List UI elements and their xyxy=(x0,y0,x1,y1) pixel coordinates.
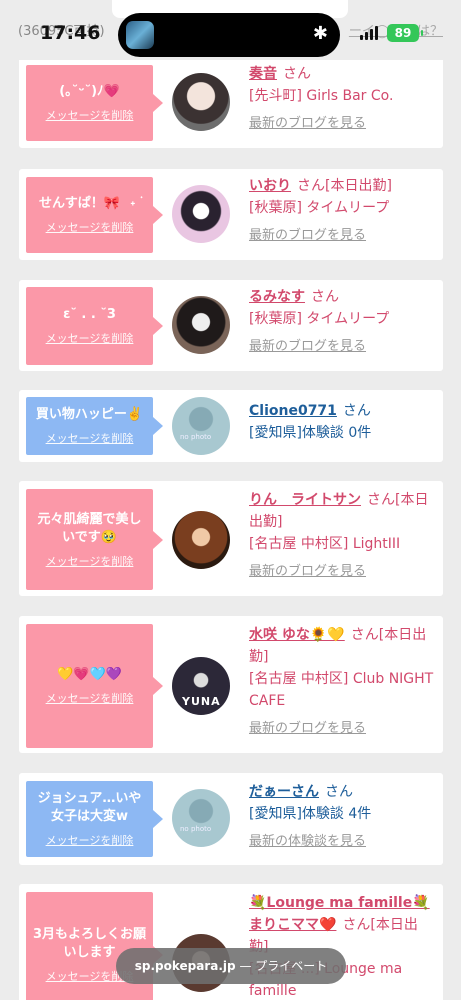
cast-name-link[interactable]: りん ライトサン xyxy=(249,492,361,508)
list-item: 💛💗🩵💜 メッセージを削除 YUNA 水咲 ゆな🌻💛 さん[本日出勤] [名古屋 … xyxy=(19,616,443,753)
review-count: [愛知県]体験談 4件 xyxy=(249,806,372,822)
avatar[interactable] xyxy=(172,73,230,131)
message-bubble: 元々肌綺麗で美しいです🥹 メッセージを削除 xyxy=(26,489,163,590)
delete-message-link[interactable]: メッセージを削除 xyxy=(46,330,134,346)
delete-message-link[interactable]: メッセージを削除 xyxy=(46,553,134,569)
blog-link[interactable]: 最新のブログを見る xyxy=(249,718,437,740)
message-bubble: 💛💗🩵💜 メッセージを削除 xyxy=(26,624,163,748)
message-text: 買い物ハッピー✌️ xyxy=(35,407,144,422)
blog-link[interactable]: 最新のブログを見る xyxy=(249,113,437,135)
reviews-link[interactable]: 最新の体験談を見る xyxy=(249,831,437,853)
blog-link[interactable]: 最新のブログを見る xyxy=(249,561,437,583)
url-mode: — プライベート xyxy=(239,959,328,973)
message-bubble: 買い物ハッピー✌️ メッセージを削除 xyxy=(26,397,163,455)
message-bubble: ジョシュア…いや女子は大変w メッセージを削除 xyxy=(26,781,163,857)
url-domain: sp.pokepara.jp xyxy=(134,959,236,973)
avatar[interactable]: YUNA xyxy=(172,657,230,715)
avatar-caption: YUNA xyxy=(182,695,221,708)
review-count: [愛知県]体験談 0件 xyxy=(249,425,372,441)
bluetooth-icon: ✱ xyxy=(312,23,328,44)
list-item: ジョシュア…いや女子は大変w メッセージを削除 no photo だぁーさん さん… xyxy=(19,773,443,865)
delete-message-link[interactable]: メッセージを削除 xyxy=(46,219,134,235)
cast-name-link[interactable]: るみなす xyxy=(249,289,305,305)
shop-name: [名古屋 中村区] Club NIGHT CAFE xyxy=(249,671,434,709)
battery-icon: 89 xyxy=(387,24,423,42)
message-text: 💛💗🩵💜 xyxy=(57,667,122,682)
avatar[interactable] xyxy=(172,296,230,354)
shop-name: [秋葉原] タイムリープ xyxy=(249,200,390,216)
cast-name-link[interactable]: 奏音 xyxy=(249,66,277,82)
honorific: さん xyxy=(283,66,311,82)
no-photo-label: no photo xyxy=(180,825,212,833)
message-text: ε˘ . . ˘3 xyxy=(63,307,116,322)
blog-link[interactable]: 最新のブログを見る xyxy=(249,225,437,247)
delete-message-link[interactable]: メッセージを削除 xyxy=(46,430,134,446)
message-bubble: せんすぱ！🎀⠀˖ ࣪ メッセージを削除 xyxy=(26,177,163,253)
honorific: さん xyxy=(325,784,353,800)
message-text: ジョシュア…いや女子は大変w xyxy=(37,791,142,824)
honorific: さん xyxy=(342,403,371,419)
url-bar[interactable]: sp.pokepara.jp — プライベート xyxy=(116,948,346,984)
user-name-link[interactable]: だぁーさん xyxy=(249,784,319,800)
shop-name: [先斗町] Girls Bar Co. xyxy=(249,88,394,104)
list-item: (｡˘ᵕ˘)ﾉ💗 メッセージを削除 奏音 さん [先斗町] Girls Bar C… xyxy=(19,57,443,148)
cast-name-link[interactable]: 水咲 ゆな🌻💛 xyxy=(249,627,345,643)
message-bubble: ε˘ . . ˘3 メッセージを削除 xyxy=(26,287,163,365)
app-thumb-icon xyxy=(126,21,154,49)
message-text: せんすぱ！🎀⠀˖ ࣪ xyxy=(38,196,141,211)
dynamic-island: ✱ xyxy=(118,13,340,57)
avatar[interactable] xyxy=(172,185,230,243)
list-item: ε˘ . . ˘3 メッセージを削除 るみなす さん [秋葉原] タイムリープ 最… xyxy=(19,280,443,371)
user-name-link[interactable]: Clione0771 xyxy=(249,403,337,419)
honorific: さん[本日出勤] xyxy=(297,178,392,194)
avatar[interactable]: no photo xyxy=(172,789,230,847)
avatar[interactable]: no photo xyxy=(172,397,230,455)
message-bubble: (｡˘ᵕ˘)ﾉ💗 メッセージを削除 xyxy=(26,65,163,141)
honorific: さん xyxy=(311,289,339,305)
message-text: 元々肌綺麗で美しいです🥹 xyxy=(37,511,142,545)
signal-icon xyxy=(360,26,378,40)
list-item: せんすぱ！🎀⠀˖ ࣪ メッセージを削除 いおり さん[本日出勤] [秋葉原] タイ… xyxy=(19,169,443,260)
blog-link[interactable]: 最新のブログを見る xyxy=(249,336,437,358)
no-photo-label: no photo xyxy=(180,433,212,441)
shop-name: [名古屋 中村区] LightIII xyxy=(249,536,401,552)
list-item: 買い物ハッピー✌️ メッセージを削除 no photo Clione0771 さん… xyxy=(19,390,443,462)
delete-message-link[interactable]: メッセージを削除 xyxy=(46,107,134,123)
status-bar: (36095C可持) ーイ◯◯とは？ 17:46 ✱ 89 xyxy=(0,0,461,60)
list-item: 元々肌綺麗で美しいです🥹 メッセージを削除 りん ライトサン さん[本日出勤] [… xyxy=(19,481,443,596)
delete-message-link[interactable]: メッセージを削除 xyxy=(46,832,134,848)
shop-name: [秋葉原] タイムリープ xyxy=(249,311,390,327)
avatar[interactable] xyxy=(172,511,230,569)
delete-message-link[interactable]: メッセージを削除 xyxy=(46,690,134,706)
message-text: (｡˘ᵕ˘)ﾉ💗 xyxy=(59,84,120,99)
cast-name-link[interactable]: いおり xyxy=(249,178,291,194)
clock: 17:46 xyxy=(40,22,101,44)
